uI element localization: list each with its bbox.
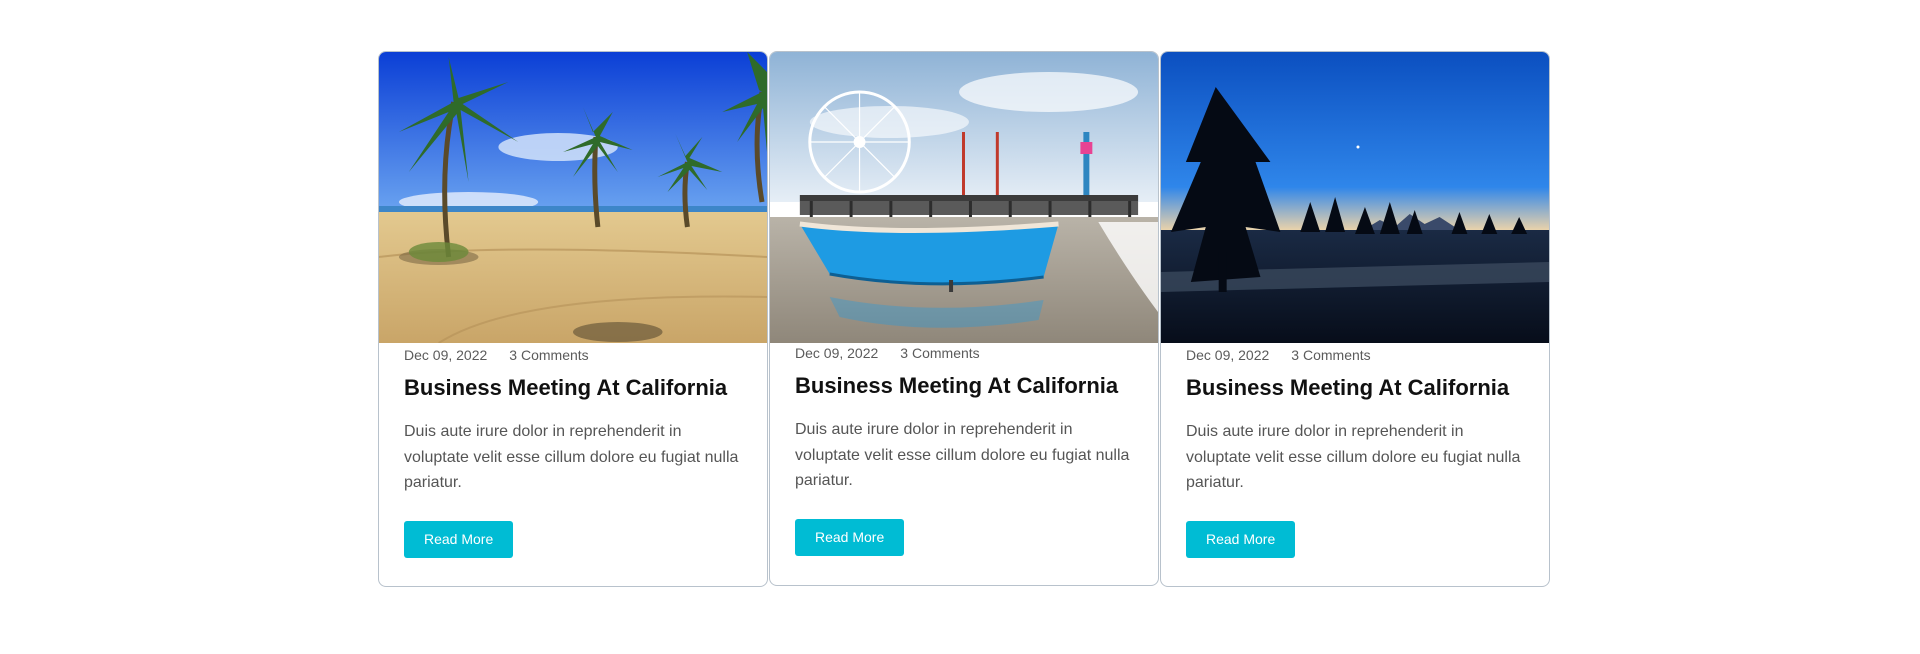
post-title[interactable]: Business Meeting At California: [1186, 375, 1524, 401]
blog-card: Dec 09, 2022 3 Comments Business Meeting …: [1160, 51, 1550, 587]
blog-card-list: Dec 09, 2022 3 Comments Business Meeting …: [378, 51, 1551, 587]
post-excerpt: Duis aute irure dolor in reprehenderit i…: [1186, 423, 1521, 491]
post-excerpt: Duis aute irure dolor in reprehenderit i…: [795, 421, 1130, 489]
post-meta: Dec 09, 2022 3 Comments: [404, 347, 742, 363]
palm-beach-photo[interactable]: [379, 52, 767, 343]
post-title[interactable]: Business Meeting At California: [795, 373, 1133, 399]
card-body: Dec 09, 2022 3 Comments Business Meeting …: [379, 343, 767, 558]
post-meta: Dec 09, 2022 3 Comments: [795, 345, 1133, 361]
post-comments[interactable]: 3 Comments: [900, 345, 979, 361]
card-body: Dec 09, 2022 3 Comments Business Meeting …: [770, 343, 1158, 556]
card-body: Dec 09, 2022 3 Comments Business Meeting …: [1161, 343, 1549, 558]
post-date: Dec 09, 2022: [795, 345, 879, 361]
read-more-button[interactable]: Read More: [1186, 520, 1296, 558]
read-more-button[interactable]: Read More: [795, 518, 905, 556]
post-date: Dec 09, 2022: [404, 347, 488, 363]
post-excerpt: Duis aute irure dolor in reprehenderit i…: [404, 423, 739, 491]
post-comments[interactable]: 3 Comments: [509, 347, 588, 363]
post-meta: Dec 09, 2022 3 Comments: [1186, 347, 1524, 363]
blog-card: Dec 09, 2022 3 Comments Business Meeting …: [378, 51, 768, 587]
pier-boat-photo[interactable]: [770, 52, 1158, 343]
post-date: Dec 09, 2022: [1186, 347, 1270, 363]
post-comments[interactable]: 3 Comments: [1291, 347, 1370, 363]
night-forest-photo[interactable]: [1161, 52, 1549, 343]
blog-card: Dec 09, 2022 3 Comments Business Meeting …: [769, 51, 1159, 586]
read-more-button[interactable]: Read More: [404, 520, 514, 558]
post-title[interactable]: Business Meeting At California: [404, 375, 742, 401]
